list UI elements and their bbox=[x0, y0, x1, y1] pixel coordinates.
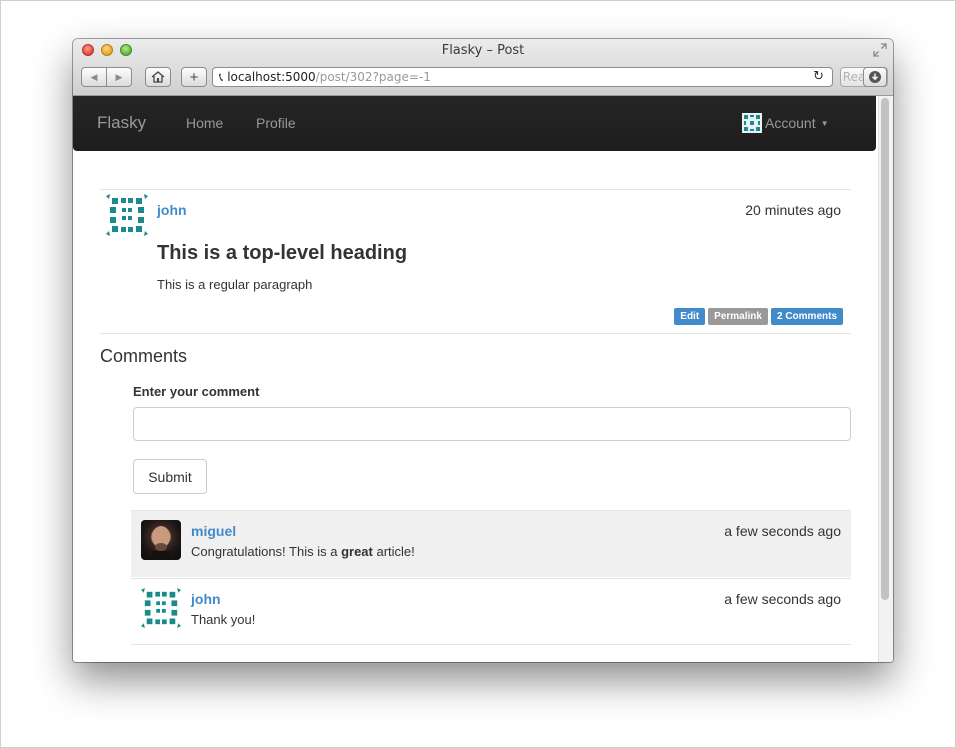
post-timestamp: 20 minutes ago bbox=[745, 202, 841, 218]
post-bottom-divider bbox=[100, 333, 851, 334]
home-icon bbox=[151, 71, 165, 83]
fullscreen-icon[interactable] bbox=[873, 43, 887, 57]
submit-button[interactable]: Submit bbox=[133, 459, 207, 494]
nav-link-profile[interactable]: Profile bbox=[256, 115, 296, 131]
add-icon[interactable]: + bbox=[181, 67, 207, 87]
nav-link-home[interactable]: Home bbox=[186, 115, 223, 131]
comment-body-text: Congratulations! This is a bbox=[191, 544, 342, 559]
comment-timestamp: a few seconds ago bbox=[724, 591, 841, 607]
download-icon bbox=[869, 71, 881, 83]
comment-body-text-end: article! bbox=[372, 544, 415, 559]
post-actions: Edit Permalink 2 Comments bbox=[674, 308, 843, 325]
permalink-button[interactable]: Permalink bbox=[708, 308, 768, 325]
download-button[interactable] bbox=[863, 67, 887, 87]
url-path: /post/302?page=-1 bbox=[315, 70, 431, 84]
comment-body: Congratulations! This is a great article… bbox=[191, 544, 415, 559]
comment-form-label: Enter your comment bbox=[133, 384, 260, 399]
identicon-avatar bbox=[106, 194, 148, 236]
url-host: localhost:5000 bbox=[227, 70, 316, 84]
phone-icon: 📞︎ bbox=[219, 69, 224, 84]
navbar: Flasky Home Profile Account ▼ bbox=[73, 96, 876, 151]
identicon-avatar bbox=[742, 113, 762, 133]
comment-body: Thank you! bbox=[191, 612, 256, 627]
account-dropdown[interactable]: Account ▼ bbox=[742, 113, 829, 133]
comment-item: miguel a few seconds ago Congratulations… bbox=[131, 510, 851, 577]
page-content: Flasky Home Profile Account ▼ john 20 mi… bbox=[73, 96, 893, 662]
identicon-avatar bbox=[141, 588, 181, 628]
comment-author-link[interactable]: miguel bbox=[191, 523, 236, 539]
reload-icon[interactable]: ↻ bbox=[813, 69, 824, 84]
comment-timestamp: a few seconds ago bbox=[724, 523, 841, 539]
window-title: Flasky – Post bbox=[441, 43, 525, 58]
address-bar[interactable]: 📞︎ localhost:5000/post/302?page=-1 ↻ bbox=[212, 67, 833, 87]
comments-count-button[interactable]: 2 Comments bbox=[770, 308, 843, 325]
comment-author-link[interactable]: john bbox=[191, 591, 221, 607]
post-paragraph: This is a regular paragraph bbox=[157, 277, 313, 292]
user-photo-avatar bbox=[141, 520, 181, 560]
history-buttons: ◀ ▶ bbox=[81, 67, 132, 87]
browser-window: Flasky – Post ◀ ▶ + 📞︎ localhost:5000/po… bbox=[73, 39, 893, 662]
title-bar: Flasky – Post ◀ ▶ + 📞︎ localhost:5000/po… bbox=[73, 39, 893, 96]
back-icon[interactable]: ◀ bbox=[82, 68, 106, 86]
edit-button[interactable]: Edit bbox=[674, 308, 706, 325]
caret-down-icon: ▼ bbox=[820, 118, 829, 128]
avatar-photo-icon bbox=[152, 526, 170, 560]
comment-input[interactable] bbox=[133, 407, 851, 441]
comment-item: john a few seconds ago Thank you! bbox=[131, 578, 851, 645]
navbar-brand[interactable]: Flasky bbox=[97, 113, 146, 133]
comments-heading: Comments bbox=[100, 346, 188, 366]
scrollbar-thumb[interactable] bbox=[881, 98, 889, 600]
post-heading: This is a top-level heading bbox=[157, 242, 408, 264]
account-label: Account bbox=[765, 115, 816, 131]
home-button[interactable] bbox=[145, 67, 171, 87]
post-author-link[interactable]: john bbox=[157, 202, 187, 218]
comment-body-bold: great bbox=[341, 544, 373, 559]
forward-icon[interactable]: ▶ bbox=[106, 68, 131, 86]
post-top-divider bbox=[100, 189, 851, 190]
